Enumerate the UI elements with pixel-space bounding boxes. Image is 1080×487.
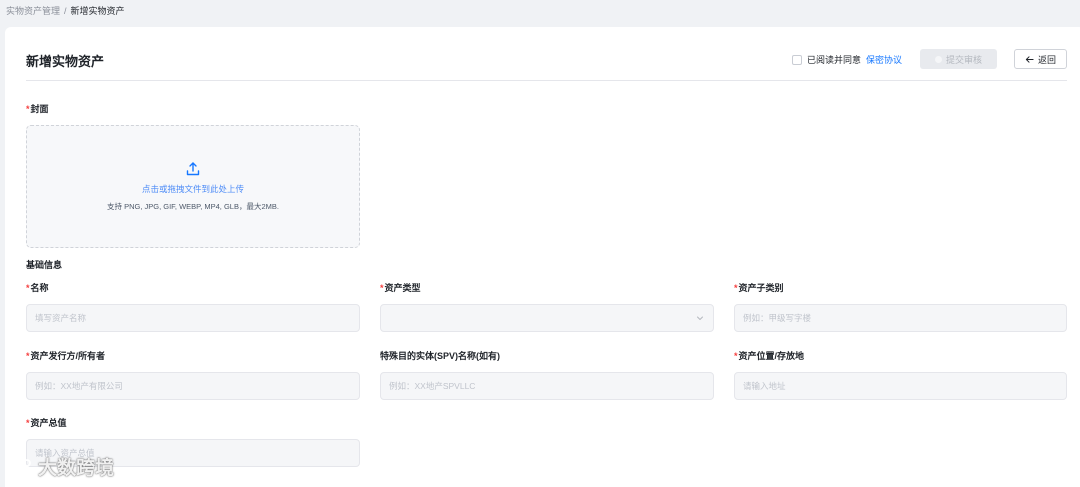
page-title: 新增实物资产 [26, 54, 105, 69]
total-value-label-text: 资产总值 [30, 418, 67, 428]
location-placeholder: 请输入地址 [743, 381, 786, 391]
upload-hint: 支持 PNG, JPG, GIF, WEBP, MP4, GLB，最大2MB. [107, 202, 279, 211]
asset-subtype-input[interactable]: 例如：甲级写字楼 [734, 304, 1067, 332]
basic-info-title: 基础信息 [26, 260, 63, 270]
submit-review-label: 提交审核 [945, 54, 982, 65]
asset-type-label: *资产类型 [380, 281, 421, 294]
name-label: *名称 [26, 281, 49, 294]
total-value-label: *资产总值 [26, 416, 67, 429]
cover-upload-dropzone[interactable]: 点击或拖拽文件到此处上传 支持 PNG, JPG, GIF, WEBP, MP4… [26, 125, 360, 248]
location-input[interactable]: 请输入地址 [734, 372, 1067, 400]
chevron-down-icon [697, 316, 703, 320]
required-mark: * [26, 283, 30, 293]
back-button[interactable]: 返回 [1014, 49, 1067, 69]
watermark-logo-icon [10, 458, 31, 476]
name-placeholder: 填写资产名称 [35, 313, 87, 323]
asset-type-select[interactable] [380, 304, 714, 332]
asset-type-label-text: 资产类型 [384, 283, 421, 293]
agree-text: 已阅读并同意 [806, 55, 861, 65]
cover-label: *封面 [26, 102, 49, 115]
form-card: 新增实物资产 已阅读并同意 保密协议 提交审核 返回 *封面 点击或拖拽文件到此… [5, 27, 1080, 487]
spv-label: 特殊目的实体(SPV)名称(如有) [380, 349, 500, 362]
arrow-left-icon [1025, 55, 1034, 63]
required-mark: * [26, 351, 30, 361]
agree-checkbox[interactable] [791, 54, 802, 65]
asset-subtype-label: *资产子类别 [734, 281, 784, 294]
breadcrumb-parent[interactable]: 实物资产管理 [6, 4, 60, 17]
issuer-input[interactable]: 例如：XX地产有限公司 [26, 372, 360, 400]
upload-icon [186, 162, 200, 176]
watermark-text: 大数跨境 [38, 458, 115, 479]
privacy-agreement-link[interactable]: 保密协议 [866, 53, 902, 66]
issuer-label-text: 资产发行方/所有者 [30, 351, 106, 361]
required-mark: * [734, 283, 738, 293]
name-input[interactable]: 填写资产名称 [26, 304, 360, 332]
upload-text: 点击或拖拽文件到此处上传 [141, 184, 244, 194]
location-label-text: 资产位置/存放地 [738, 351, 805, 361]
spv-label-text: 特殊目的实体(SPV)名称(如有) [380, 351, 500, 361]
back-label: 返回 [1037, 54, 1056, 65]
name-label-text: 名称 [30, 283, 49, 293]
required-mark: * [380, 283, 384, 293]
page-header: 新增实物资产 已阅读并同意 保密协议 提交审核 返回 [26, 49, 1067, 81]
required-mark: * [26, 418, 30, 428]
issuer-label: *资产发行方/所有者 [26, 349, 105, 362]
breadcrumb: 实物资产管理 / 新增实物资产 [6, 4, 125, 17]
location-label: *资产位置/存放地 [734, 349, 804, 362]
watermark: 大数跨境 [8, 453, 114, 480]
issuer-placeholder: 例如：XX地产有限公司 [35, 381, 123, 391]
submit-review-button[interactable]: 提交审核 [920, 49, 997, 69]
asset-subtype-placeholder: 例如：甲级写字楼 [743, 313, 812, 323]
required-mark: * [26, 104, 30, 114]
spv-input[interactable]: 例如：XX地产SPVLLC [380, 372, 714, 400]
breadcrumb-current: 新增实物资产 [70, 6, 125, 16]
agreement: 已阅读并同意 保密协议 [791, 53, 902, 66]
asset-subtype-label-text: 资产子类别 [738, 283, 784, 293]
spv-placeholder: 例如：XX地产SPVLLC [389, 381, 476, 391]
required-mark: * [734, 351, 738, 361]
loading-icon [934, 55, 942, 63]
cover-label-text: 封面 [30, 104, 49, 114]
breadcrumb-separator: / [64, 5, 67, 16]
